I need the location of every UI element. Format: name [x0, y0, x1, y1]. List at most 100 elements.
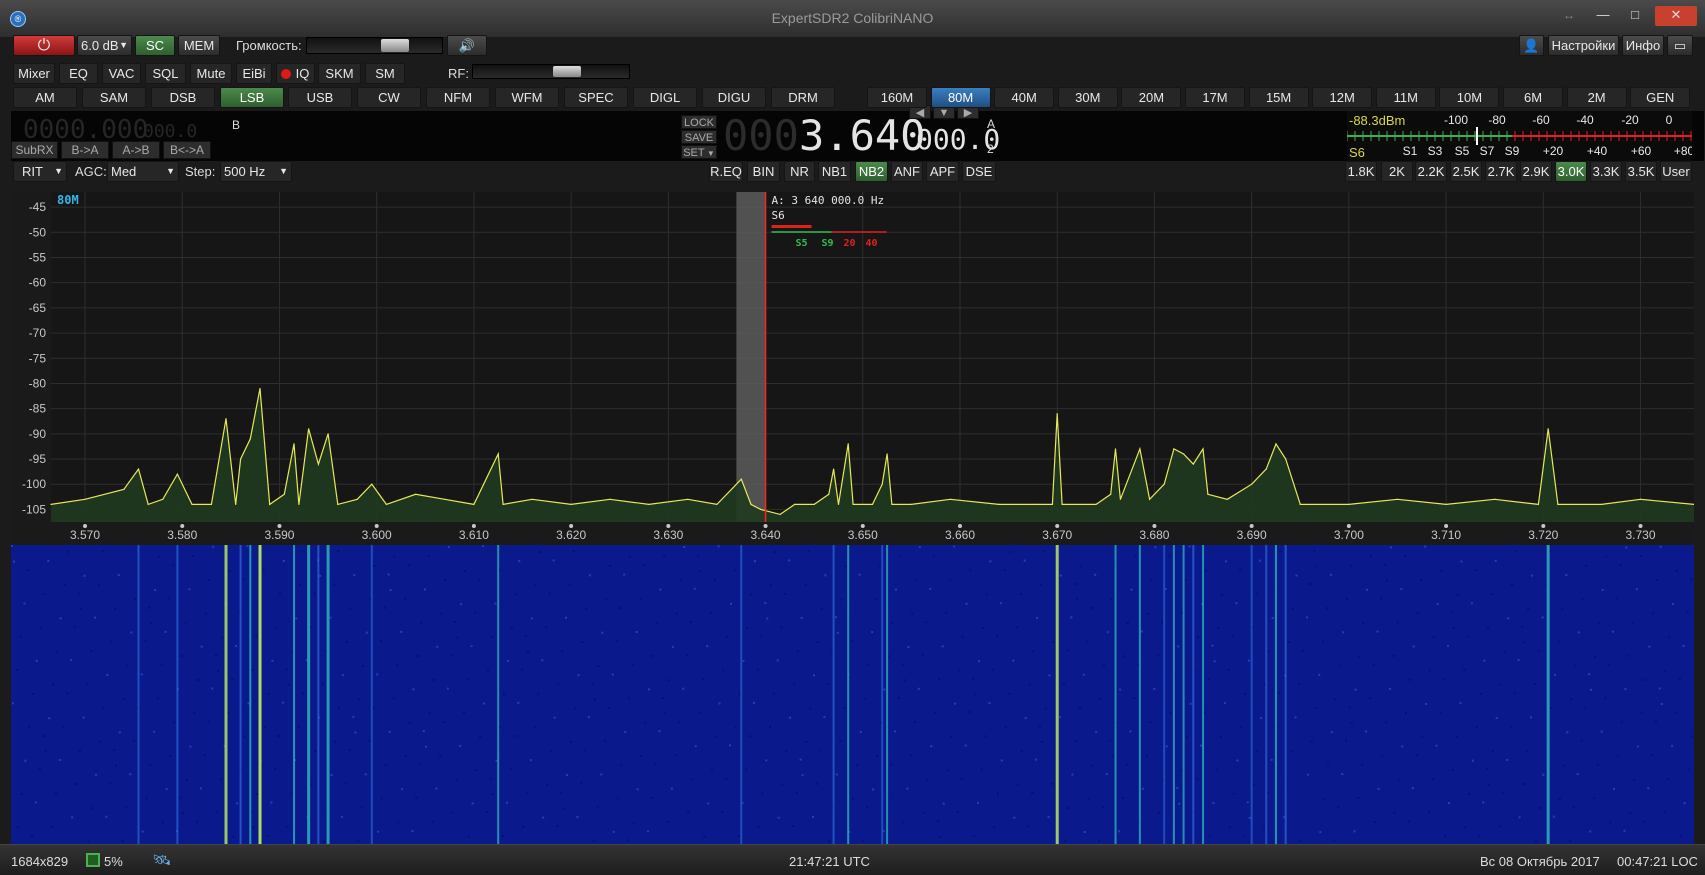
- toolbar-mixer-button[interactable]: Mixer: [13, 63, 55, 84]
- toolbar-vac-button[interactable]: VAC: [102, 63, 141, 84]
- mode-drm-button[interactable]: DRM: [771, 87, 835, 108]
- band-160m-button[interactable]: 160M: [867, 87, 927, 108]
- dsp-req-button[interactable]: R.EQ: [709, 161, 743, 182]
- user-button[interactable]: 👤: [1519, 35, 1544, 56]
- toolbar-eq-button[interactable]: EQ: [59, 63, 98, 84]
- volume-slider-thumb[interactable]: [380, 39, 409, 52]
- mode-wfm-button[interactable]: WFM: [495, 87, 559, 108]
- minimize-button[interactable]: —: [1589, 6, 1617, 26]
- close-button[interactable]: ✕: [1655, 6, 1697, 26]
- filter-2.5k-button[interactable]: 2.5K: [1450, 161, 1482, 182]
- lock-button[interactable]: LOCK: [681, 115, 717, 129]
- waterfall-noise: [1376, 630, 1379, 633]
- band-gen-button[interactable]: GEN: [1630, 87, 1691, 108]
- mode-nfm-button[interactable]: NFM: [426, 87, 490, 108]
- waterfall-noise: [969, 569, 972, 572]
- dsp-nr-button[interactable]: NR: [784, 161, 815, 182]
- spectrum-panorama[interactable]: -45 -50 -55 -60 -65 -70 -75 -80 -85 -90 -95 -100 -10…: [11, 192, 1694, 545]
- agc-select[interactable]: Med ▼: [107, 161, 179, 182]
- band-40m-button[interactable]: 40M: [994, 87, 1055, 108]
- b-to-a-button[interactable]: B->A: [61, 141, 109, 159]
- toolbar-sm-button[interactable]: SM: [365, 63, 405, 84]
- step-select[interactable]: 500 Hz ▼: [220, 161, 292, 182]
- step-label: Step:: [185, 164, 216, 179]
- mode-cw-button[interactable]: CW: [357, 87, 421, 108]
- band-15m-button[interactable]: 15M: [1248, 87, 1309, 108]
- satellite-icon[interactable]: 🛰: [152, 851, 171, 869]
- mode-digl-button[interactable]: DIGL: [633, 87, 697, 108]
- waterfall-noise: [1565, 574, 1568, 576]
- waterfall-noise: [1397, 778, 1400, 781]
- mode-spec-button[interactable]: SPEC: [564, 87, 628, 108]
- a-to-b-button[interactable]: A->B: [112, 141, 160, 159]
- dsp-anf-button[interactable]: ANF: [891, 161, 923, 182]
- waterfall-noise: [1137, 663, 1140, 666]
- mem-button[interactable]: MEM: [178, 35, 220, 56]
- y-tick-label: -75: [29, 351, 47, 365]
- waterfall-noise: [189, 745, 192, 748]
- rf-slider-thumb[interactable]: [552, 66, 581, 77]
- volume-slider[interactable]: [306, 37, 443, 54]
- toolbar-eibi-button[interactable]: EiBi: [236, 63, 272, 84]
- dsp-apf-button[interactable]: APF: [926, 161, 959, 182]
- filter-3.5k-button[interactable]: 3.5K: [1625, 161, 1657, 182]
- mode-lsb-button[interactable]: LSB: [220, 87, 284, 108]
- waterfall-noise: [192, 555, 195, 557]
- dsp-dse-button[interactable]: DSE: [962, 161, 996, 182]
- band-80m-button[interactable]: 80M: [930, 87, 991, 108]
- mode-usb-button[interactable]: USB: [288, 87, 352, 108]
- filter-3.0k-button[interactable]: 3.0K: [1555, 161, 1587, 182]
- filter-2k-button[interactable]: 2K: [1381, 161, 1413, 182]
- toolbar-skm-button[interactable]: SKM: [318, 63, 361, 84]
- toolbar-iq-button[interactable]: IQ: [276, 63, 315, 84]
- toolbar-mute-button[interactable]: Mute: [190, 63, 232, 84]
- band-11m-button[interactable]: 11M: [1375, 87, 1436, 108]
- mode-digu-button[interactable]: DIGU: [702, 87, 766, 108]
- waterfall-display[interactable]: [11, 545, 1694, 844]
- waterfall-noise: [1675, 569, 1678, 572]
- filter-2.2k-button[interactable]: 2.2K: [1415, 161, 1447, 182]
- filter-3.3k-button[interactable]: 3.3K: [1590, 161, 1622, 182]
- power-button[interactable]: ⏻: [13, 35, 75, 56]
- settings-button[interactable]: Настройки: [1548, 35, 1619, 56]
- subrx-button[interactable]: SubRX: [11, 141, 58, 159]
- sc-button[interactable]: SC: [135, 35, 175, 56]
- waterfall-noise: [1682, 644, 1685, 647]
- dsp-bin-button[interactable]: BIN: [747, 161, 780, 182]
- save-button[interactable]: SAVE: [681, 130, 717, 144]
- waterfall-noise: [667, 820, 670, 823]
- rit-select[interactable]: RIT ▼: [13, 161, 67, 182]
- filter-2.7k-button[interactable]: 2.7K: [1485, 161, 1517, 182]
- toolbar-sql-button[interactable]: SQL: [145, 63, 186, 84]
- rf-slider[interactable]: [472, 64, 630, 79]
- resize-icon[interactable]: ↔: [1563, 8, 1575, 22]
- speaker-button[interactable]: 🔊: [447, 35, 487, 56]
- dsp-nb2-button[interactable]: NB2: [855, 161, 888, 182]
- waterfall-noise: [917, 687, 920, 690]
- mode-sam-button[interactable]: SAM: [82, 87, 146, 108]
- band-6m-button[interactable]: 6M: [1503, 87, 1563, 108]
- band-10m-button[interactable]: 10M: [1439, 87, 1500, 108]
- mode-dsb-button[interactable]: DSB: [151, 87, 215, 108]
- spectrum-point: [837, 503, 840, 505]
- band-17m-button[interactable]: 17M: [1185, 87, 1245, 108]
- dsp-nb1-button[interactable]: NB1: [818, 161, 851, 182]
- maximize-button[interactable]: □: [1621, 6, 1649, 26]
- window-mode-button[interactable]: ▭: [1667, 35, 1693, 56]
- waterfall-noise: [485, 810, 488, 813]
- band-20m-button[interactable]: 20M: [1121, 87, 1182, 108]
- band-2m-button[interactable]: 2M: [1566, 87, 1627, 108]
- waterfall-noise: [1158, 811, 1161, 814]
- band-12m-button[interactable]: 12M: [1312, 87, 1373, 108]
- filter-user-button[interactable]: User: [1660, 161, 1692, 182]
- set-button[interactable]: SET ▼: [681, 145, 717, 159]
- band-30m-button[interactable]: 30M: [1057, 87, 1118, 108]
- info-button[interactable]: Инфо: [1622, 35, 1664, 56]
- attenuator-select[interactable]: 6.0 dB ▼: [77, 35, 132, 56]
- mode-am-button[interactable]: AM: [13, 87, 77, 108]
- filter-2.9k-button[interactable]: 2.9K: [1520, 161, 1552, 182]
- filter-1.8k-button[interactable]: 1.8K: [1345, 161, 1377, 182]
- waterfall-noise: [1260, 717, 1263, 719]
- swap-vfo-button[interactable]: B<->A: [163, 141, 211, 159]
- waterfall-noise: [1048, 674, 1051, 677]
